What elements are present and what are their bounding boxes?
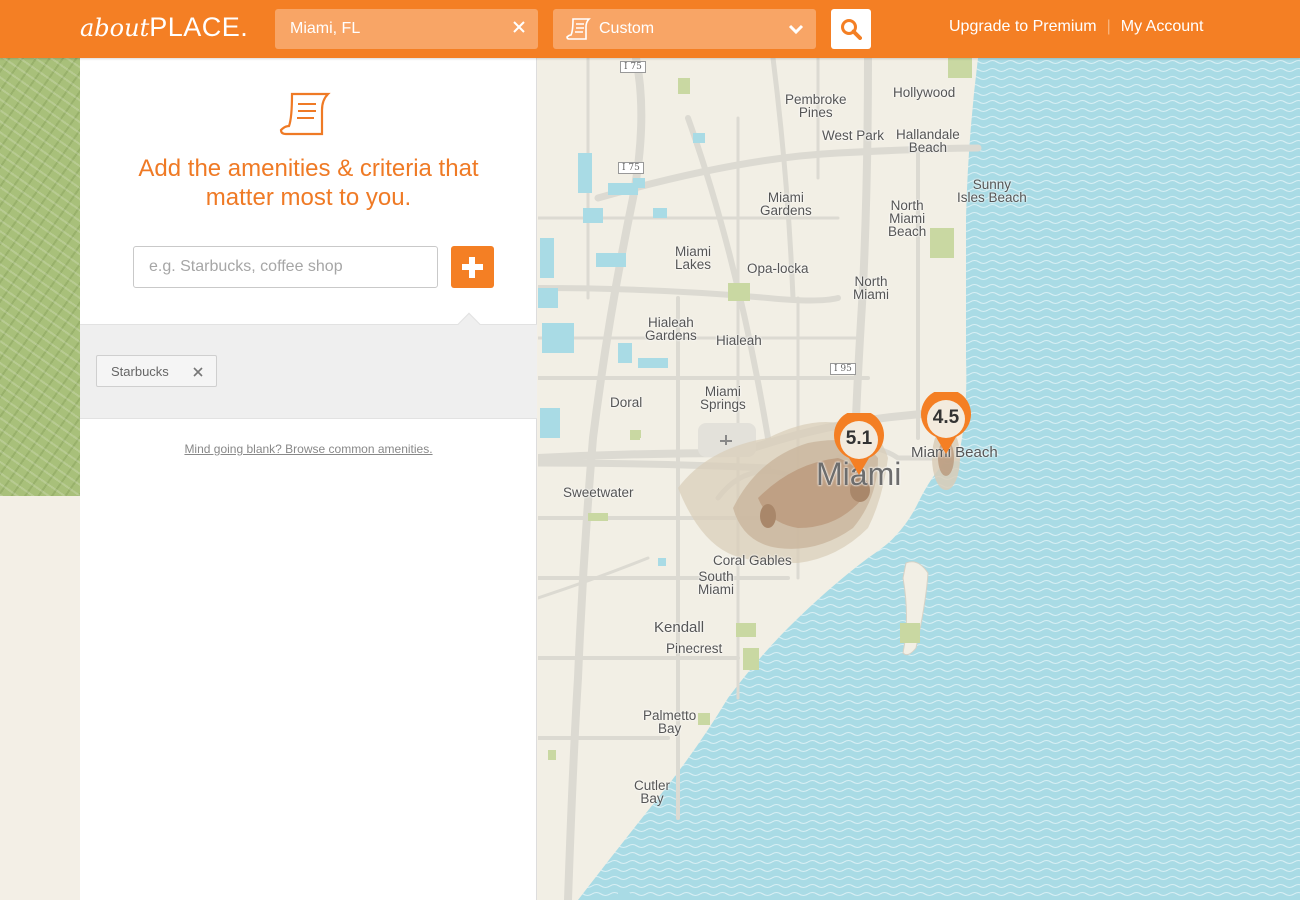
map-label-west-park: West Park: [822, 128, 885, 143]
preset-dropdown[interactable]: Custom: [553, 9, 816, 49]
chevron-down-icon: [788, 24, 804, 35]
location-value: Miami, FL: [290, 20, 361, 37]
score-pin-miami-beach[interactable]: 4.5: [919, 392, 973, 458]
map-canvas: [538, 58, 1300, 900]
plus-icon-vertical: [469, 257, 475, 278]
location-field[interactable]: Miami, FL: [275, 9, 538, 49]
map-label-palmetto-bay: Palmetto Bay: [643, 708, 697, 736]
map-label-kendall: Kendall: [654, 619, 705, 636]
top-bar: aboutPLACE. Miami, FL Custom Upgrade to …: [0, 0, 1300, 58]
upgrade-link[interactable]: Upgrade to Premium: [949, 18, 1097, 35]
search-button[interactable]: [831, 9, 871, 49]
add-amenity-button[interactable]: [451, 246, 494, 288]
map-label-doral: Doral: [610, 395, 643, 410]
browse-amenities-link[interactable]: Mind going blank? Browse common amenitie…: [80, 442, 537, 456]
map-label-miami-gardens: Miami Gardens: [760, 190, 812, 218]
pointer-notch: [457, 312, 481, 336]
map-label-hialeah: Hialeah: [716, 333, 762, 348]
scroll-doc-icon: [566, 18, 591, 40]
logo-about: about: [80, 14, 150, 42]
close-icon[interactable]: [512, 20, 526, 34]
remove-tag-icon[interactable]: [192, 366, 204, 378]
amenity-tag-label: Starbucks: [111, 364, 169, 379]
amenity-search-input[interactable]: [133, 246, 438, 288]
interstate-shield: I 75: [618, 162, 644, 174]
map-label-hollywood: Hollywood: [893, 85, 956, 100]
map-label-sweetwater: Sweetwater: [563, 485, 634, 500]
map-label-cutler-bay: Cutler Bay: [634, 778, 671, 806]
map-label-opa-locka: Opa-locka: [747, 261, 809, 276]
scroll-doc-icon: [279, 92, 331, 136]
map-label-miami-springs: Miami Springs: [700, 384, 746, 412]
map-label-south-miami: South Miami: [698, 569, 734, 597]
map-label-sunny-isles: Sunny Isles Beach: [957, 177, 1027, 205]
interstate-shield: I 95: [830, 363, 856, 375]
map-label-miami-lakes: Miami Lakes: [675, 244, 712, 272]
map-label-north-miami-beach: North Miami Beach: [888, 198, 927, 239]
criteria-panel: Add the amenities & criteria that matter…: [80, 58, 537, 900]
account-nav: Upgrade to Premium | My Account: [949, 18, 1203, 36]
logo-place: PLACE.: [149, 12, 249, 42]
map-label-pembroke-pines: Pembroke Pines: [785, 92, 847, 120]
my-account-link[interactable]: My Account: [1121, 18, 1204, 35]
logo[interactable]: aboutPLACE.: [80, 12, 248, 43]
map-label-pinecrest: Pinecrest: [666, 641, 723, 656]
map-view[interactable]: I 75 I 75 I 95 Hollywood Pembroke Pines …: [538, 58, 1300, 900]
amenity-tag: Starbucks: [96, 355, 217, 387]
interstate-shield: I 75: [620, 61, 646, 73]
map-label-coral-gables: Coral Gables: [713, 553, 792, 568]
nav-separator: |: [1106, 18, 1111, 35]
score-pin-miami[interactable]: 5.1: [832, 413, 886, 479]
pin-score: 5.1: [845, 428, 873, 449]
map-label-north-miami: North Miami: [853, 274, 889, 302]
map-label-hialeah-gardens: Hialeah Gardens: [645, 315, 697, 343]
selected-amenities: Starbucks: [80, 312, 537, 419]
preset-label: Custom: [599, 20, 655, 37]
search-icon: [841, 19, 862, 40]
pin-score: 4.5: [932, 407, 960, 428]
decorative-leaf-pattern: [0, 58, 80, 496]
map-label-hallandale-beach: Hallandale Beach: [896, 127, 960, 155]
panel-headline: Add the amenities & criteria that matter…: [138, 155, 479, 211]
